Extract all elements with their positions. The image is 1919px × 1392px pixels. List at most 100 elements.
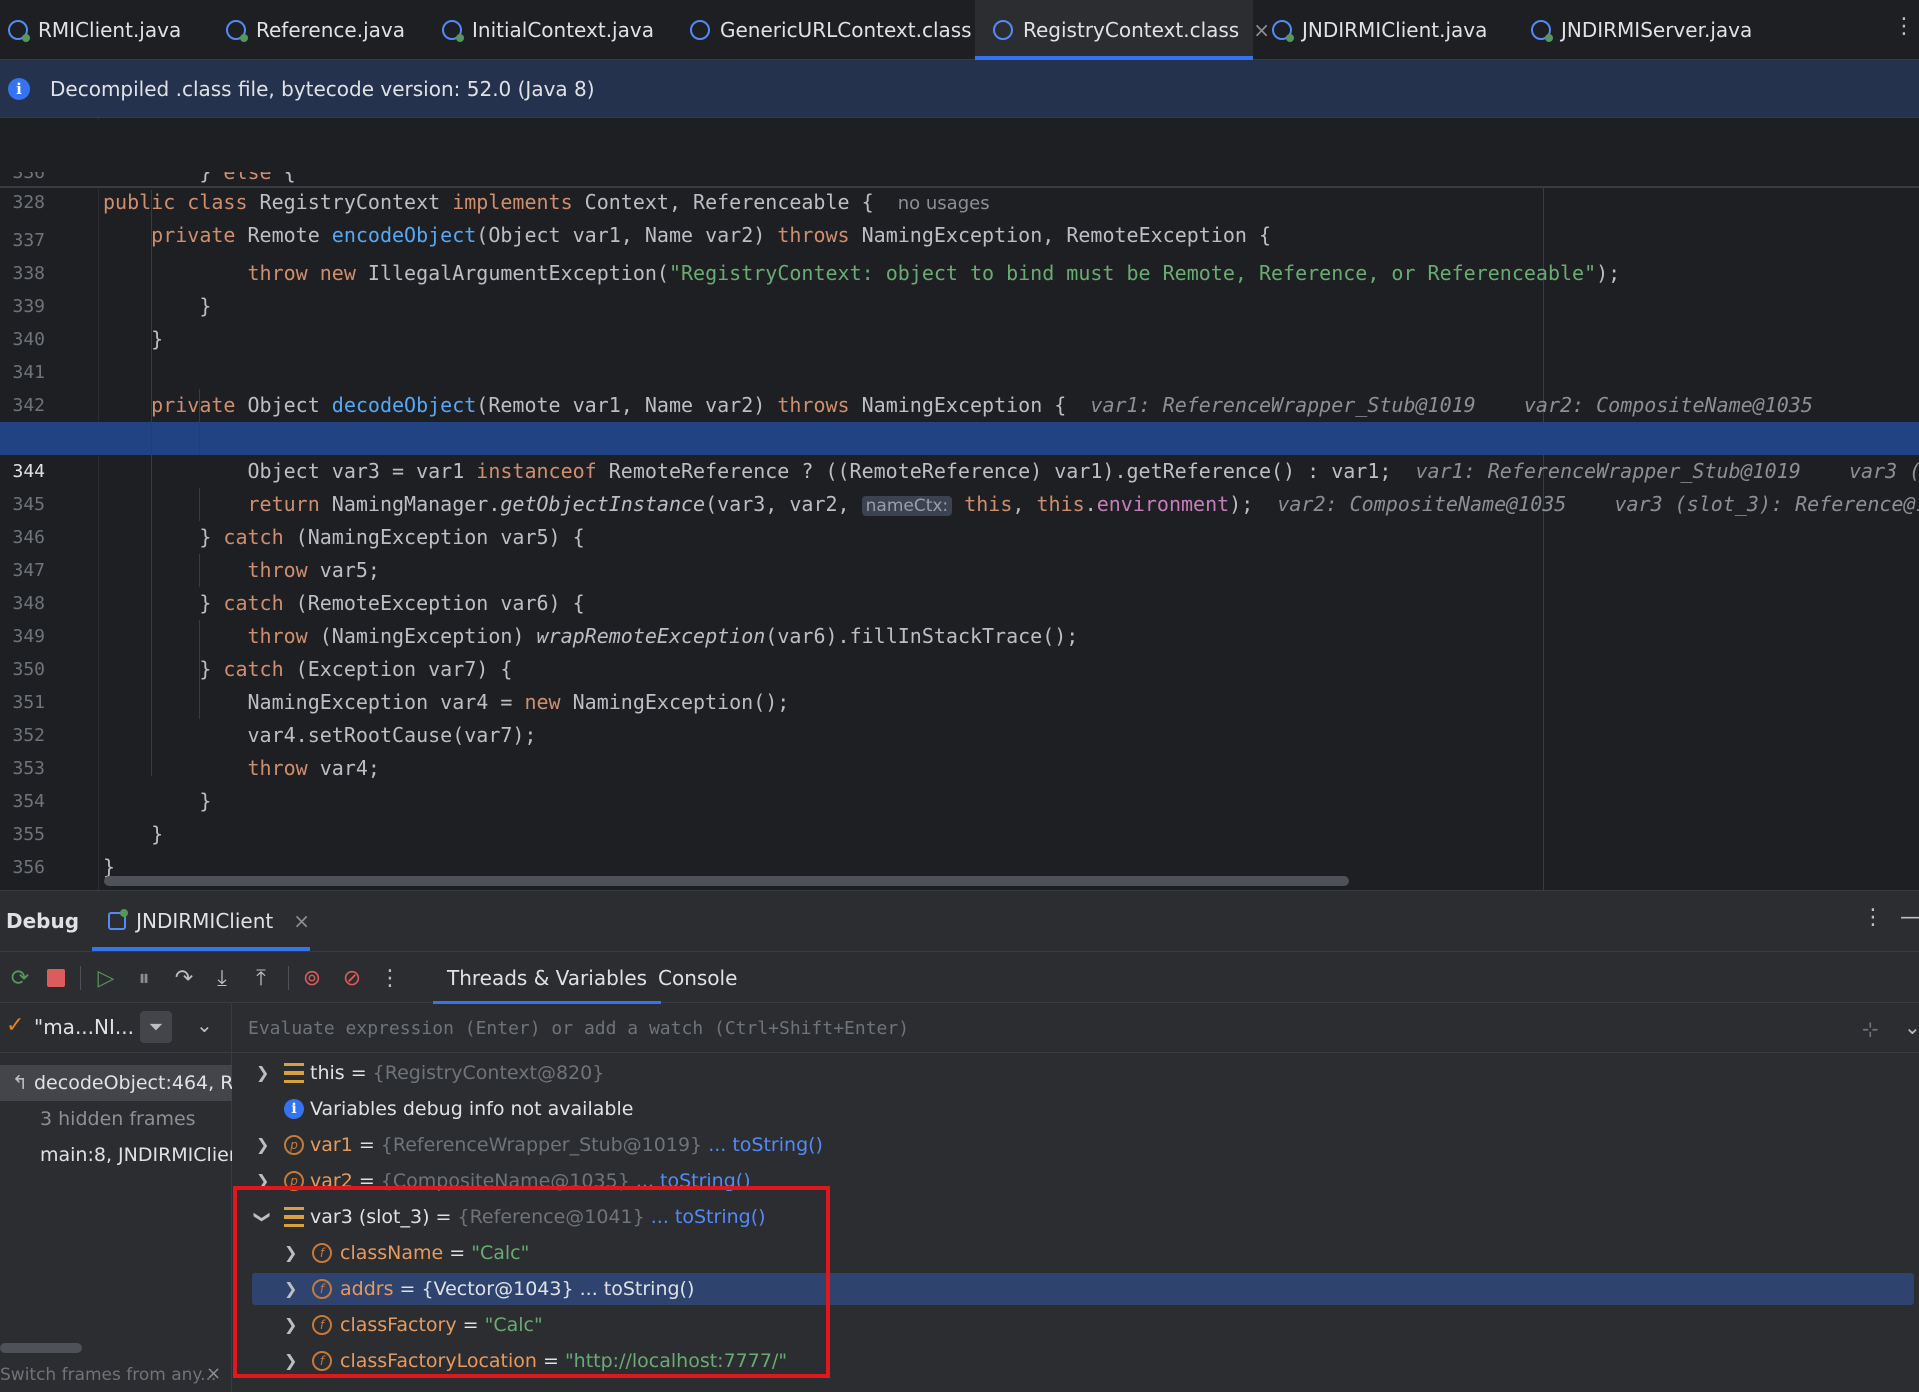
code-line[interactable]: 354 } [0,752,1919,846]
sticky-line[interactable]: 49 public class RegistryContext implemen… [0,120,1919,214]
editor-tab-bar: RMIClient.java Reference.java InitialCon… [0,0,1919,60]
variable-text: var1 = {ReferenceWrapper_Stub@1019} ... … [310,1134,823,1156]
close-icon[interactable]: × [293,909,310,933]
debug-header: Debug JNDIRMIClient × ⋮ — [0,891,1919,951]
more-tabs-icon[interactable]: ⋮ [1893,14,1915,39]
code-line[interactable]: 341 private Object decodeObject(Remote v… [0,323,1919,417]
tab-registrycontext[interactable]: RegistryContext.class × [975,0,1270,60]
evaluate-bar: ⊹ ⌄ [232,1003,1919,1053]
tab-genericurlcontext[interactable]: GenericURLContext.class [690,0,972,60]
toolbar-separator [80,966,81,990]
chevron-right-icon[interactable]: ❯ [256,1127,269,1163]
code-line[interactable]: 347 } catch (RemoteException var6) { [0,521,1919,615]
local-variable-icon [284,1063,304,1083]
java-file-icon [1531,20,1553,42]
current-execution-line[interactable]: 344 return NamingManager.getObjectInstan… [0,422,1919,516]
close-icon[interactable]: × [206,1363,221,1384]
code-line[interactable]: 353 } [0,719,1919,813]
code-text: } else { [103,172,296,184]
code-line[interactable]: 339 } [0,257,1919,351]
debug-session-tab[interactable]: JNDIRMIClient × [92,891,310,951]
resume-icon[interactable]: ▷ [92,964,120,992]
debug-info-row: i Variables debug info not available [232,1091,1919,1127]
mute-breakpoints-icon[interactable]: ⊘ [338,964,366,992]
info-icon: i [8,77,30,100]
debug-title: Debug [6,909,80,933]
code-line[interactable]: 337 throw new IllegalArgumentException("… [0,191,1919,285]
code-line[interactable]: 352 throw var4; [0,686,1919,780]
indent-guide [199,554,200,587]
stack-frame[interactable]: main:8, JNDIRMIClient [0,1137,232,1173]
thread-name[interactable]: "ma...NI... [34,1015,134,1039]
variable-row[interactable]: ❯ p var1 = {ReferenceWrapper_Stub@1019} … [232,1127,1919,1163]
java-file-icon [442,20,464,42]
more-actions-icon[interactable]: ⋮ [376,964,404,992]
code-line[interactable]: 355 } [0,785,1919,879]
banner-text: Decompiled .class file, bytecode version… [50,76,595,101]
code-line[interactable]: 349 } catch (Exception var7) { [0,587,1919,681]
add-watch-icon[interactable]: ⊹ [1862,1017,1879,1041]
hidden-frames[interactable]: 3 hidden frames [0,1101,232,1137]
step-into-icon[interactable]: ⤓ [208,964,236,992]
run-config-icon [108,909,129,930]
step-over-icon[interactable]: ↷ [170,964,198,992]
chevron-down-icon[interactable]: ⌄ [196,1013,213,1037]
code-line[interactable]: 336 } else { [0,172,1919,190]
more-options-icon[interactable]: ⋮ [1862,905,1884,930]
class-file-icon [690,20,710,40]
code-line[interactable]: 340 [0,290,1919,350]
tab-label: RegistryContext.class [1023,18,1240,42]
frame-label: 3 hidden frames [40,1108,196,1130]
code-editor[interactable]: 49 public class RegistryContext implemen… [0,118,1919,890]
variable-row[interactable]: ❯ this = {RegistryContext@820} [232,1055,1919,1091]
frames-hint[interactable]: Switch frames from any... [0,1365,216,1385]
tab-threads-variables[interactable]: Threads & Variables [432,952,662,1004]
code-line[interactable]: 348 throw (NamingException) wrapRemoteEx… [0,554,1919,648]
rerun-icon[interactable]: ⟳ [6,964,34,992]
step-out-icon[interactable]: ⤒ [247,964,275,992]
tab-reference[interactable]: Reference.java [226,0,405,60]
tab-jndirmiserver[interactable]: JNDIRMIServer.java [1531,0,1752,60]
info-icon: i [284,1099,304,1119]
indent-guide [199,620,200,719]
filter-icon[interactable]: ⏷ [140,1011,172,1043]
code-line[interactable]: 346 throw var5; [0,488,1919,582]
view-breakpoints-icon[interactable]: ⊚ [298,964,326,992]
code-line[interactable]: 351 var4.setRootCause(var7); [0,653,1919,747]
chevron-right-icon[interactable]: ❯ [256,1055,269,1091]
frames-scrollbar[interactable] [0,1343,82,1353]
code-line[interactable]: 356 [0,818,1919,878]
tostring-link[interactable]: ... toString() [708,1134,823,1156]
pause-icon[interactable]: ⏸ [130,964,158,992]
line-number: 336 [12,172,45,183]
tab-console[interactable]: Console [658,952,737,1004]
tab-jndirmiclient[interactable]: JNDIRMIClient.java [1272,0,1487,60]
code-line[interactable]: 338 } [0,224,1919,318]
tab-label: JNDIRMIClient.java [1302,18,1488,42]
check-icon: ✓ [6,1013,25,1038]
tab-label: RMIClient.java [38,18,182,42]
java-file-icon [226,20,248,42]
code-line[interactable]: 343 Object var3 = var1 instanceof Remote… [0,389,1919,483]
frames-pane: ✓ "ma...NI... ⏷ ⌄ ↰ decodeObject:464, Re … [0,1003,232,1392]
stop-icon[interactable] [42,964,70,992]
tab-initialcontext[interactable]: InitialContext.java [442,0,654,60]
minimize-icon[interactable]: — [1900,905,1919,930]
decompiled-info-banner: i Decompiled .class file, bytecode versi… [0,60,1919,118]
tab-rmiclient[interactable]: RMIClient.java [8,0,181,60]
tab-label: JNDIRMIServer.java [1561,18,1753,42]
chevron-down-icon[interactable]: ⌄ [1904,1015,1919,1039]
code-line[interactable]: 345 } catch (NamingException var5) { [0,455,1919,549]
variable-text: this = {RegistryContext@820} [310,1062,605,1084]
code-line[interactable]: 342 try { [0,356,1919,450]
tab-label: GenericURLContext.class [720,18,972,42]
evaluate-expression-input[interactable] [248,1003,1748,1053]
session-label: JNDIRMIClient [136,909,274,933]
stack-frame[interactable]: ↰ decodeObject:464, Re [0,1065,232,1101]
close-icon[interactable]: × [1253,18,1270,42]
java-file-icon [1272,20,1294,42]
thread-selector[interactable]: ✓ "ma...NI... ⏷ ⌄ [0,1003,232,1053]
indent-guide [151,356,152,776]
horizontal-scrollbar[interactable] [104,876,1349,886]
code-line[interactable]: 350 NamingException var4 = new NamingExc… [0,620,1919,714]
